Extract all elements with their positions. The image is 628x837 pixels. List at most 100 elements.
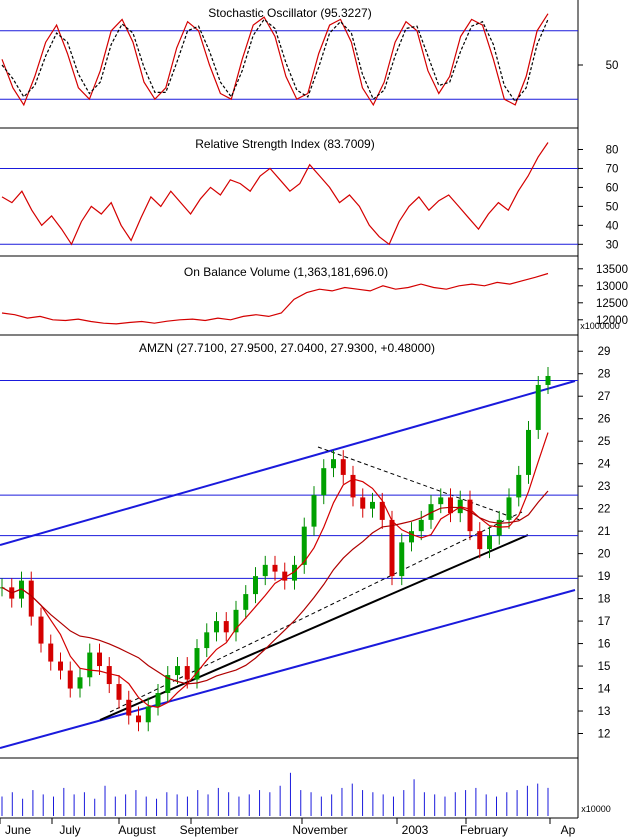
y-tick-label: 22 [598, 504, 611, 516]
x-tick-label: August [118, 823, 156, 837]
y-tick-label: 70 [606, 163, 619, 175]
y-tick-label: 12 [598, 729, 611, 741]
rsi-title: Relative Strength Index (83.7009) [195, 137, 374, 151]
obv-line [1, 272, 549, 325]
price-candle-body [506, 497, 512, 520]
price-candle-body [360, 497, 366, 509]
price-candle-body [272, 564, 278, 572]
y-tick-label: 28 [598, 369, 611, 381]
obv-title: On Balance Volume (1,363,181,696.0) [184, 265, 388, 279]
y-tick-label: 27 [598, 391, 611, 403]
support-trendline [99, 534, 529, 721]
price-candle-body [321, 468, 327, 496]
price-candle-body [38, 616, 44, 644]
x-tick-label: 2003 [402, 823, 429, 837]
y-tick-label: 24 [598, 459, 611, 471]
price-candle-body [106, 666, 112, 685]
x-tick-label: July [59, 823, 80, 837]
price-candle-body [58, 661, 63, 671]
y-tick-label: 19 [598, 571, 611, 583]
y-tick-label: 29 [598, 346, 611, 358]
price-candle-body [409, 531, 414, 543]
price-candle-body [48, 643, 54, 662]
price-candle-body [467, 499, 473, 532]
price-candle-body [545, 375, 551, 385]
y-tick-label: 80 [606, 144, 619, 156]
price-candle-body [311, 495, 317, 527]
price-candle-body [526, 429, 531, 475]
y-tick-label: 13000 [596, 281, 628, 293]
price-candle-body [350, 474, 356, 498]
price-candle-body [496, 519, 502, 536]
y-tick-label: 13 [598, 706, 611, 718]
price-candle-body [155, 693, 161, 707]
x-tick-label: June [5, 823, 31, 837]
price-candle-body [97, 652, 102, 667]
y-tick-label: 20 [598, 549, 611, 561]
y-tick-label: 18 [598, 594, 611, 606]
price-candle-body [418, 519, 424, 532]
stochastic-d-line [1, 18, 549, 103]
obv-unit-label: x1000000 [580, 321, 620, 331]
y-tick-label: 23 [598, 481, 611, 493]
rsi-line [1, 142, 549, 246]
price-candle-body [243, 594, 249, 610]
price-candle-body [214, 621, 219, 633]
price-candle-body [262, 564, 268, 577]
price-candle-body [370, 501, 375, 509]
chart-marks: 5080706050403013500130001250012000x10000… [0, 13, 628, 837]
panel-frames [0, 0, 579, 819]
stock-chart: Stochastic Oscillator (95.3227) Relative… [0, 0, 628, 837]
y-tick-label: 12500 [596, 298, 628, 310]
y-tick-label: 25 [598, 436, 611, 448]
price-candle-body [253, 576, 258, 595]
chart-svg: Stochastic Oscillator (95.3227) Relative… [0, 0, 628, 837]
price-title: AMZN (27.7100, 27.9500, 27.0400, 27.9300… [139, 341, 435, 355]
price-candle-body [67, 670, 73, 689]
y-tick-label: 13500 [596, 264, 628, 276]
trendlines [0, 380, 576, 749]
price-candle-body [438, 497, 444, 505]
price-candle-body [487, 535, 492, 550]
dashed-resistance [317, 446, 521, 521]
price-candle-body [87, 652, 93, 678]
x-tick-label: November [292, 823, 347, 837]
price-candle-body [399, 542, 405, 577]
price-candle-body [116, 684, 122, 700]
y-tick-label: 50 [606, 60, 619, 72]
stochastic-title: Stochastic Oscillator (95.3227) [208, 6, 371, 20]
price-candle-body [223, 621, 229, 633]
price-candle-body [204, 632, 210, 649]
price-candle-body [340, 459, 346, 475]
y-tick-label: 21 [598, 526, 611, 538]
price-candle-body [136, 715, 141, 723]
price-ma-long [1, 490, 549, 685]
price-candle-body [145, 706, 151, 723]
price-candle-body [77, 677, 83, 689]
price-candle-body [448, 497, 453, 514]
y-tick-label: 17 [598, 616, 611, 628]
y-tick-label: 26 [598, 414, 611, 426]
y-tick-label: 16 [598, 639, 611, 651]
stochastic-k-line [1, 13, 549, 107]
y-tick-label: 14 [598, 684, 611, 696]
y-tick-label: 60 [606, 182, 619, 194]
price-candle-body [477, 531, 483, 550]
price-candle-body [389, 519, 395, 577]
volume-unit-label: x10000 [581, 804, 611, 814]
upper-channel-line [0, 380, 576, 546]
y-tick-label: 30 [606, 239, 619, 251]
y-tick-label: 50 [606, 201, 619, 213]
price-candle-body [28, 580, 34, 617]
price-candle-body [535, 384, 541, 430]
price-candle-body [126, 699, 132, 716]
x-tick-label: September [180, 823, 239, 837]
x-tick-label: February [460, 823, 508, 837]
y-tick-label: 40 [606, 220, 619, 232]
x-tick-label: Ap [561, 823, 576, 837]
price-candle-body [516, 474, 522, 498]
price-candle-body [331, 459, 336, 469]
price-candle-body [175, 666, 180, 676]
price-candle-body [184, 666, 190, 680]
y-tick-label: 15 [598, 661, 611, 673]
